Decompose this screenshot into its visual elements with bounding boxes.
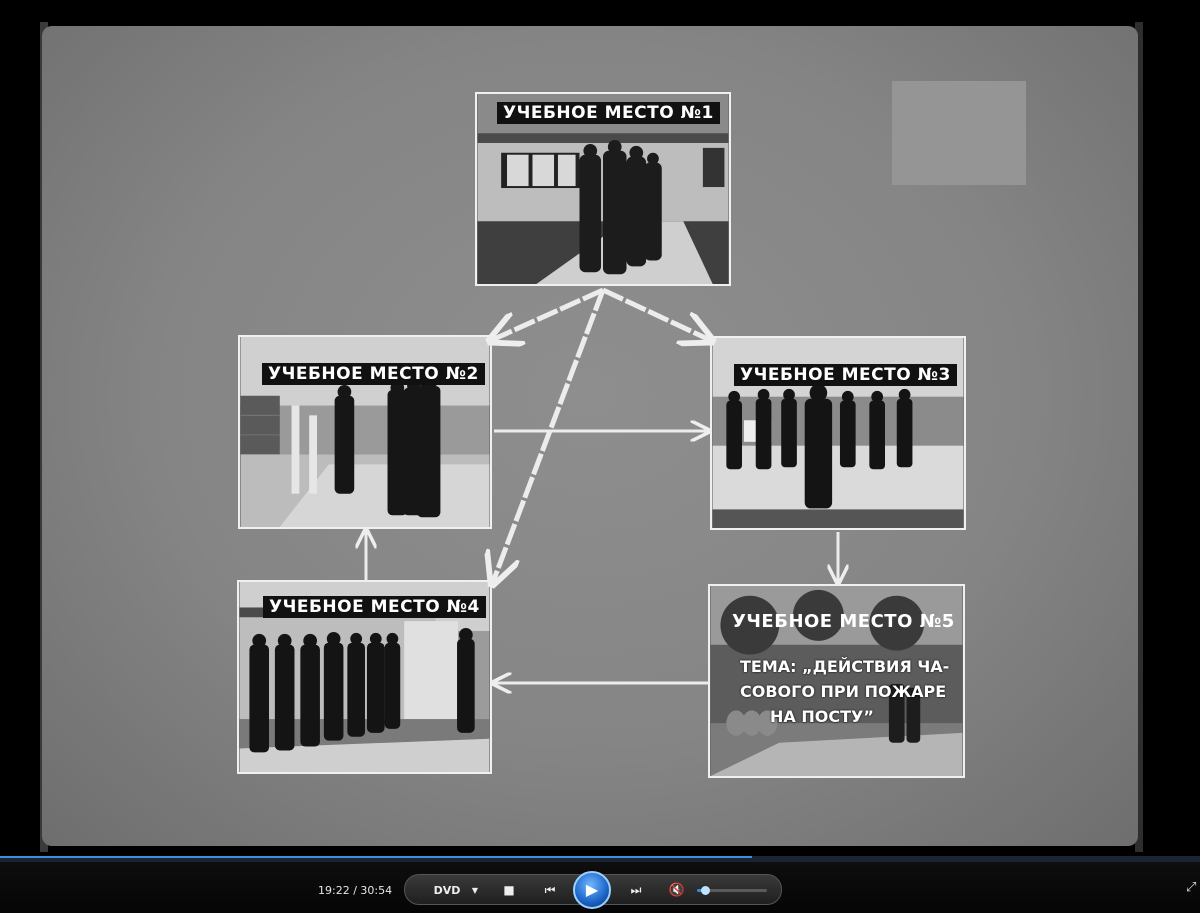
- player-controls: 19:22 / 30:54 DVD ▼ ■ ⏮ ▶ ⏭ 🔇 ⤢: [0, 862, 1200, 913]
- mute-icon[interactable]: 🔇: [667, 875, 687, 906]
- transport-controls: DVD ▼ ■ ⏮ ▶ ⏭ 🔇: [404, 871, 782, 909]
- stop-icon[interactable]: ■: [499, 875, 519, 906]
- previous-chapter-icon[interactable]: ⏮: [533, 875, 567, 906]
- volume-handle[interactable]: [701, 886, 711, 895]
- fullscreen-icon[interactable]: ⤢: [1186, 880, 1196, 895]
- arrow-1-to-3: [601, 287, 710, 340]
- chevron-down-icon[interactable]: ▼: [469, 875, 481, 906]
- video-display[interactable]: Учебное место №1 Учебное место №2: [0, 0, 1200, 856]
- dvd-mode-button[interactable]: DVD: [427, 875, 467, 906]
- next-chapter-icon[interactable]: ⏭: [619, 875, 653, 906]
- play-icon[interactable]: ▶: [573, 871, 611, 909]
- seek-progress: [0, 856, 753, 858]
- current-time: 19:22: [318, 884, 350, 897]
- time-separator: /: [353, 884, 357, 897]
- total-time: 30:54: [360, 884, 393, 897]
- time-readout: 19:22 / 30:54: [318, 884, 392, 897]
- volume-slider[interactable]: [697, 886, 767, 895]
- flow-arrows: [0, 287, 1200, 856]
